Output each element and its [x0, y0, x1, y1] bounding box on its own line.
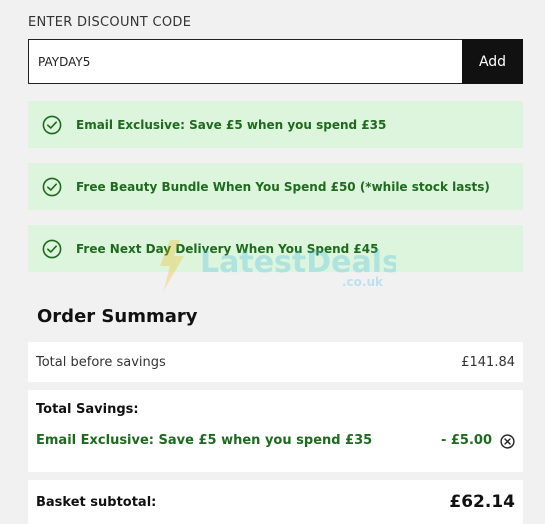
promo-banner-beauty-bundle: Free Beauty Bundle When You Spend £50 (*…	[28, 163, 523, 210]
total-savings-title: Total Savings:	[36, 402, 139, 417]
savings-item-label: Email Exclusive: Save £5 when you spend …	[36, 433, 373, 448]
basket-subtotal-value: £62.14	[449, 492, 515, 512]
check-circle-icon	[42, 115, 62, 135]
promo-text: Free Beauty Bundle When You Spend £50 (*…	[76, 179, 490, 194]
promo-text: Email Exclusive: Save £5 when you spend …	[76, 117, 387, 132]
discount-code-input[interactable]	[28, 39, 462, 84]
promo-banner-email-exclusive: Email Exclusive: Save £5 when you spend …	[28, 101, 523, 148]
savings-item-value: - £5.00	[440, 433, 492, 448]
watermark-suffix: .co.uk	[342, 275, 384, 289]
check-circle-icon	[42, 239, 62, 259]
discount-code-row: Add	[28, 39, 523, 84]
total-before-savings-row: Total before savings £141.84	[28, 342, 523, 382]
check-circle-icon	[42, 177, 62, 197]
total-before-savings-label: Total before savings	[36, 354, 166, 370]
total-savings-box: Total Savings: Email Exclusive: Save £5 …	[28, 390, 523, 472]
discount-section-title: ENTER DISCOUNT CODE	[28, 15, 192, 30]
basket-subtotal-label: Basket subtotal:	[36, 494, 157, 510]
add-discount-button[interactable]: Add	[462, 39, 523, 84]
total-before-savings-value: £141.84	[461, 354, 515, 370]
order-summary-title: Order Summary	[37, 306, 198, 327]
basket-subtotal-row: Basket subtotal: £62.14	[28, 480, 523, 524]
latestdeals-watermark-logo: LatestDeals .co.uk	[160, 240, 396, 290]
remove-discount-icon[interactable]	[500, 434, 515, 449]
